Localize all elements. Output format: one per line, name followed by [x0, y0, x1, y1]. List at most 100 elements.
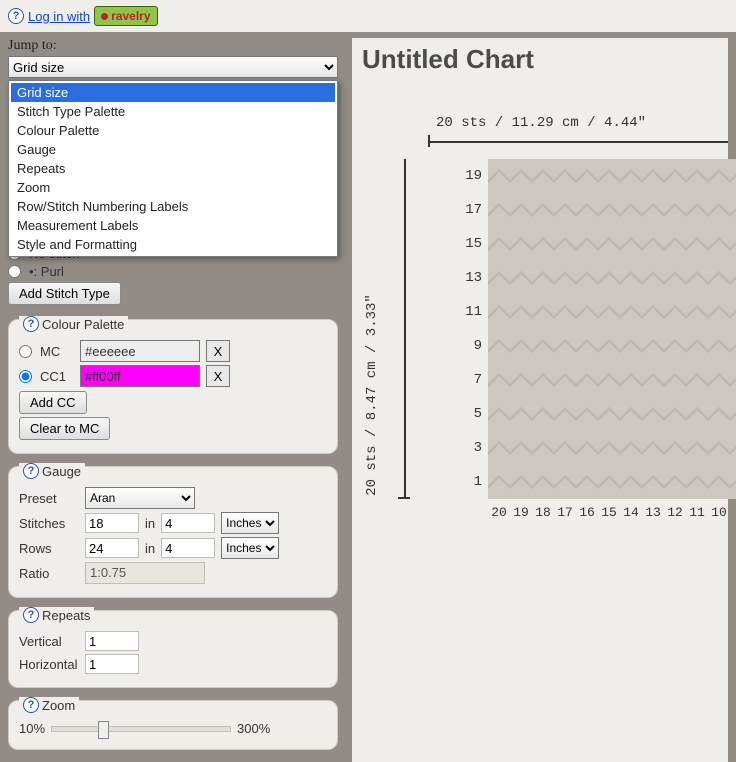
chart-cell[interactable] — [488, 261, 510, 295]
chart-cell[interactable] — [708, 159, 730, 193]
chart-cell[interactable] — [532, 227, 554, 261]
chart-cell[interactable] — [730, 261, 736, 295]
chart-cell[interactable] — [598, 329, 620, 363]
chart-cell[interactable] — [708, 295, 730, 329]
mc-radio[interactable] — [19, 345, 32, 358]
chart-cell[interactable] — [510, 227, 532, 261]
chart-cell[interactable] — [554, 431, 576, 465]
chart-cell[interactable] — [576, 159, 598, 193]
chart-cell[interactable] — [554, 295, 576, 329]
chart-cell[interactable] — [642, 465, 664, 499]
help-icon[interactable]: ? — [8, 8, 24, 24]
chart-cell[interactable] — [642, 261, 664, 295]
chart-cell[interactable] — [488, 295, 510, 329]
chart-cell[interactable] — [510, 295, 532, 329]
chart-cell[interactable] — [620, 193, 642, 227]
chart-cell[interactable] — [642, 227, 664, 261]
chart-cell[interactable] — [620, 363, 642, 397]
chart-cell[interactable] — [488, 329, 510, 363]
jump-option-repeats[interactable]: Repeats — [11, 159, 335, 178]
chart-cell[interactable] — [488, 397, 510, 431]
chart-cell[interactable] — [686, 397, 708, 431]
chart-cell[interactable] — [708, 261, 730, 295]
chart-cell[interactable] — [554, 261, 576, 295]
chart-cell[interactable] — [554, 397, 576, 431]
chart-cell[interactable] — [598, 159, 620, 193]
add-cc-button[interactable]: Add CC — [19, 391, 87, 414]
zoom-slider-thumb[interactable] — [98, 721, 109, 739]
jump-option-zoom[interactable]: Zoom — [11, 178, 335, 197]
cc1-radio[interactable] — [19, 370, 32, 383]
stitches-unit-select[interactable]: Inches — [221, 512, 279, 534]
chart-cell[interactable] — [576, 431, 598, 465]
chart-cell[interactable] — [730, 363, 736, 397]
jump-to-select[interactable]: Grid size — [8, 56, 338, 78]
chart-cell[interactable] — [686, 159, 708, 193]
chart-cell[interactable] — [532, 465, 554, 499]
chart-grid[interactable]: 191715131197531 — [454, 159, 728, 499]
chart-cell[interactable] — [686, 363, 708, 397]
stitches-per-input[interactable] — [161, 513, 215, 533]
rows-unit-select[interactable]: Inches — [221, 537, 279, 559]
chart-cell[interactable] — [598, 363, 620, 397]
chart-cell[interactable] — [686, 261, 708, 295]
chart-cell[interactable] — [532, 159, 554, 193]
chart-cell[interactable] — [642, 159, 664, 193]
chart-cell[interactable] — [686, 227, 708, 261]
chart-cell[interactable] — [642, 329, 664, 363]
chart-cell[interactable] — [598, 465, 620, 499]
chart-cell[interactable] — [664, 193, 686, 227]
chart-cell[interactable] — [664, 363, 686, 397]
chart-cell[interactable] — [554, 329, 576, 363]
mc-swatch[interactable]: #eeeeee — [80, 340, 200, 362]
stitches-input[interactable] — [85, 513, 139, 533]
chart-cell[interactable] — [730, 397, 736, 431]
chart-cell[interactable] — [488, 193, 510, 227]
help-icon[interactable]: ? — [23, 316, 39, 332]
chart-cell[interactable] — [642, 295, 664, 329]
cc1-clear-button[interactable]: X — [206, 365, 230, 387]
zoom-slider[interactable] — [51, 726, 231, 732]
chart-cell[interactable] — [730, 295, 736, 329]
chart-cell[interactable] — [620, 159, 642, 193]
chart-cell[interactable] — [708, 431, 730, 465]
chart-cell[interactable] — [620, 227, 642, 261]
chart-cell[interactable] — [532, 329, 554, 363]
chart-cell[interactable] — [620, 465, 642, 499]
chart-cell[interactable] — [664, 431, 686, 465]
chart-cell[interactable] — [620, 261, 642, 295]
chart-cell[interactable] — [532, 431, 554, 465]
chart-cell[interactable] — [576, 397, 598, 431]
chart-cell[interactable] — [532, 295, 554, 329]
chart-cell[interactable] — [576, 329, 598, 363]
chart-cell[interactable] — [554, 159, 576, 193]
chart-cell[interactable] — [554, 465, 576, 499]
chart-cell[interactable] — [532, 363, 554, 397]
chart-cell[interactable] — [664, 227, 686, 261]
login-link[interactable]: Log in with — [28, 9, 90, 24]
horizontal-input[interactable] — [85, 654, 139, 674]
chart-cell[interactable] — [510, 261, 532, 295]
jump-option-gauge[interactable]: Gauge — [11, 140, 335, 159]
preset-select[interactable]: Aran — [85, 487, 195, 509]
chart-cell[interactable] — [576, 295, 598, 329]
chart-cell[interactable] — [708, 397, 730, 431]
chart-cell[interactable] — [620, 431, 642, 465]
chart-cell[interactable] — [510, 431, 532, 465]
chart-cell[interactable] — [730, 159, 736, 193]
chart-cell[interactable] — [598, 227, 620, 261]
chart-cell[interactable] — [598, 431, 620, 465]
chart-cell[interactable] — [730, 227, 736, 261]
chart-cell[interactable] — [576, 261, 598, 295]
chart-cell[interactable] — [488, 159, 510, 193]
vertical-input[interactable] — [85, 631, 139, 651]
jump-option-style[interactable]: Style and Formatting — [11, 235, 335, 254]
chart-cell[interactable] — [598, 193, 620, 227]
cc1-swatch[interactable]: #ff00ff — [80, 365, 200, 387]
chart-cell[interactable] — [642, 397, 664, 431]
chart-cell[interactable] — [664, 295, 686, 329]
chart-cell[interactable] — [730, 465, 736, 499]
chart-cell[interactable] — [686, 465, 708, 499]
help-icon[interactable]: ? — [23, 463, 39, 479]
chart-cell[interactable] — [510, 193, 532, 227]
